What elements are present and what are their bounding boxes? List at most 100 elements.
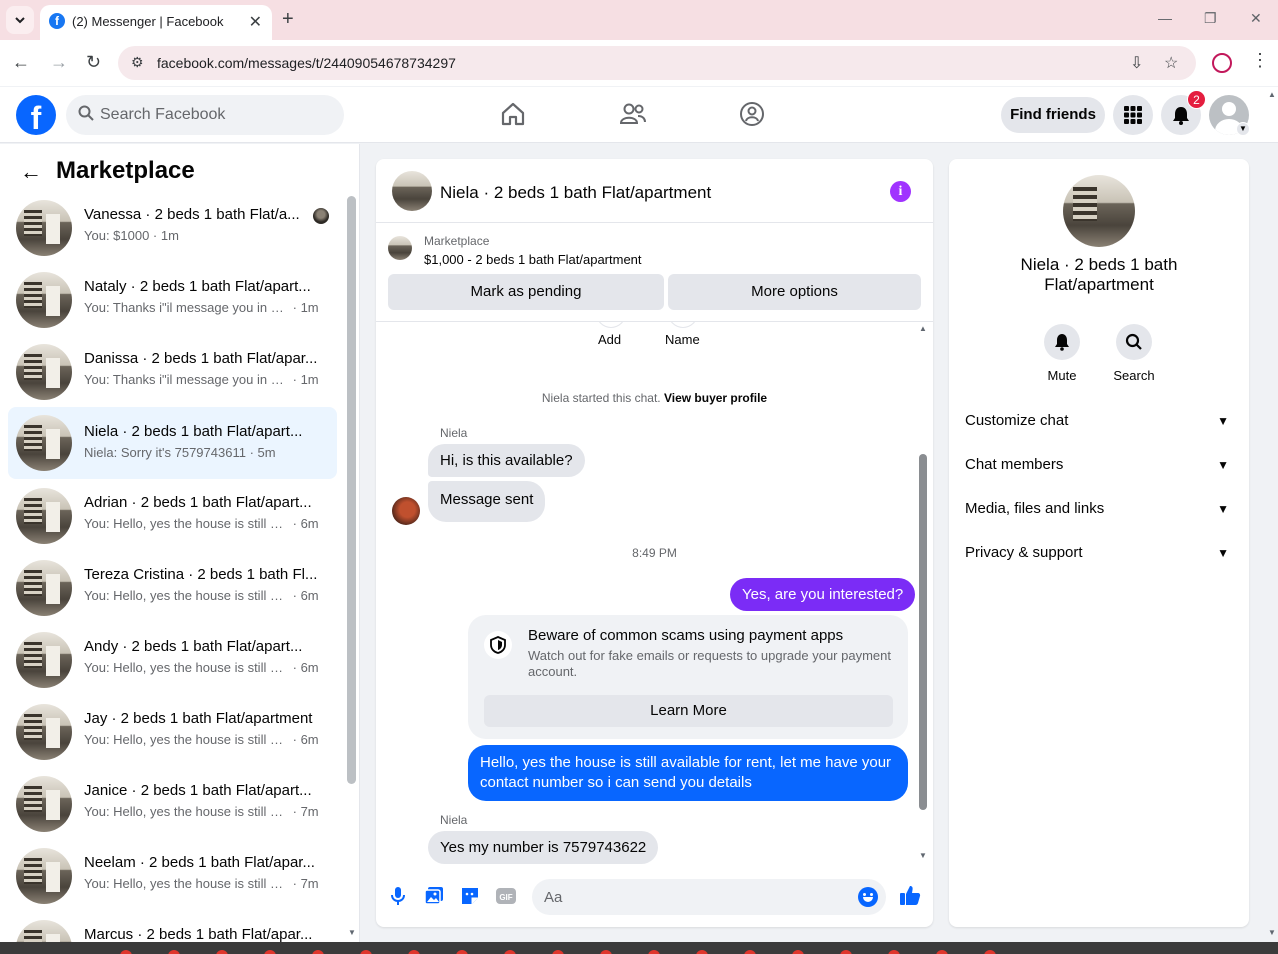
url-text[interactable]: facebook.com/messages/t/2440905467873429… <box>157 55 456 71</box>
reload-icon[interactable]: ↻ <box>86 52 101 73</box>
incoming-message[interactable]: Hi, is this available? <box>428 444 585 477</box>
emoji-icon[interactable] <box>858 887 878 907</box>
forward-icon[interactable]: → <box>50 52 68 73</box>
conversation-item[interactable]: Marcus · 2 beds 1 bath Flat/apar... <box>8 916 337 942</box>
install-app-icon[interactable]: ⇩ <box>1130 53 1143 73</box>
chat-thumbnail[interactable] <box>392 171 432 211</box>
incoming-message[interactable]: Yes my number is 7579743622 <box>428 831 659 864</box>
sender-avatar[interactable] <box>392 497 420 525</box>
search-input[interactable] <box>100 95 330 135</box>
taskbar-app-icon[interactable] <box>696 950 708 954</box>
view-buyer-profile-link[interactable]: View buyer profile <box>664 391 767 405</box>
outgoing-message[interactable]: Yes, are you interested? <box>730 578 916 611</box>
customize-chat-row[interactable]: Customize chat ▼ <box>965 412 1233 436</box>
find-friends-button[interactable]: Find friends <box>1001 97 1105 133</box>
message-input-container[interactable] <box>532 879 886 915</box>
browser-tab[interactable]: f (2) Messenger | Facebook ✕ <box>40 5 272 40</box>
learn-more-button[interactable]: Learn More <box>484 695 893 727</box>
media-files-links-row[interactable]: Media, files and links ▼ <box>965 500 1233 524</box>
back-icon[interactable]: ← <box>12 52 30 73</box>
groups-icon[interactable] <box>737 99 767 129</box>
tab-close-icon[interactable]: ✕ <box>249 12 262 32</box>
page-scroll-up-icon[interactable]: ▲ <box>1268 90 1276 99</box>
facebook-search[interactable] <box>66 95 344 135</box>
conversation-item[interactable]: Nataly · 2 beds 1 bath Flat/apart... You… <box>8 268 337 332</box>
chat-scroll-up-icon[interactable]: ▲ <box>919 324 927 333</box>
conversation-item[interactable]: Andy · 2 beds 1 bath Flat/apart... You: … <box>8 628 337 692</box>
privacy-support-row[interactable]: Privacy & support ▼ <box>965 544 1233 568</box>
chat-title[interactable]: Niela · 2 beds 1 bath Flat/apartment <box>440 183 711 203</box>
taskbar-app-icon[interactable] <box>648 950 660 954</box>
sticker-icon[interactable] <box>459 885 481 907</box>
conversation-item[interactable]: Janice · 2 beds 1 bath Flat/apart... You… <box>8 772 337 836</box>
taskbar-app-icon[interactable] <box>216 950 228 954</box>
microphone-icon[interactable] <box>387 885 409 907</box>
search-in-chat-button[interactable]: Search <box>1104 324 1164 383</box>
minimize-icon[interactable]: — <box>1158 10 1172 26</box>
add-label[interactable]: Add <box>598 332 621 347</box>
message-thread: Add Name Niela started this chat. View b… <box>376 322 933 865</box>
name-icon[interactable] <box>668 322 698 328</box>
conversation-item[interactable]: Adrian · 2 beds 1 bath Flat/apart... You… <box>8 484 337 548</box>
window-close-icon[interactable]: ✕ <box>1250 10 1262 27</box>
taskbar-app-icon[interactable] <box>600 950 612 954</box>
facebook-logo-icon[interactable]: f <box>16 95 56 135</box>
home-icon[interactable] <box>498 99 528 129</box>
menu-grid-icon[interactable] <box>1113 95 1153 135</box>
address-bar[interactable]: ⚙ facebook.com/messages/t/24409054678734… <box>118 46 1196 80</box>
browser-menu-icon[interactable]: ⋮ <box>1251 50 1269 71</box>
add-icon[interactable] <box>596 322 626 328</box>
photo-icon[interactable] <box>423 885 445 907</box>
name-label[interactable]: Name <box>665 332 700 347</box>
conversation-item[interactable]: Danissa · 2 beds 1 bath Flat/apar... You… <box>8 340 337 404</box>
gif-icon[interactable]: GIF <box>495 885 517 907</box>
scroll-down-arrow-icon[interactable]: ▼ <box>348 928 356 937</box>
chat-members-row[interactable]: Chat members ▼ <box>965 456 1233 480</box>
listing-image[interactable] <box>1063 175 1135 247</box>
taskbar-app-icon[interactable] <box>744 950 756 954</box>
taskbar-app-icon[interactable] <box>552 950 564 954</box>
profile-icon[interactable] <box>1212 53 1232 73</box>
chat-scrollbar[interactable] <box>919 454 927 810</box>
taskbar-app-icon[interactable] <box>120 950 132 954</box>
incoming-message[interactable]: Message sent <box>428 481 546 522</box>
account-chevron-icon[interactable]: ▼ <box>1236 122 1250 136</box>
conversation-item[interactable]: Jay · 2 beds 1 bath Flat/apartment You: … <box>8 700 337 764</box>
info-icon[interactable]: i <box>890 181 911 202</box>
conversation-item[interactable]: Neelam · 2 beds 1 bath Flat/apar... You:… <box>8 844 337 908</box>
conversation-item[interactable]: Tereza Cristina · 2 beds 1 bath Fl... Yo… <box>8 556 337 620</box>
friends-icon[interactable] <box>618 99 648 129</box>
taskbar-app-icon[interactable] <box>168 950 180 954</box>
listing-price[interactable]: $1,000 - 2 beds 1 bath Flat/apartment <box>424 252 642 267</box>
mark-as-pending-button[interactable]: Mark as pending <box>388 274 664 310</box>
outgoing-message[interactable]: Hello, yes the house is still available … <box>468 745 908 801</box>
taskbar-app-icon[interactable] <box>456 950 468 954</box>
conversation-item[interactable]: Vanessa · 2 beds 1 bath Flat/a... You: $… <box>8 196 337 260</box>
more-options-button[interactable]: More options <box>668 274 921 310</box>
marketplace-label: Marketplace <box>424 234 490 248</box>
mute-button[interactable]: Mute <box>1032 324 1092 383</box>
taskbar-app-icon[interactable] <box>408 950 420 954</box>
thumbs-up-icon[interactable] <box>898 883 922 907</box>
taskbar-app-icon[interactable] <box>984 950 996 954</box>
message-input[interactable] <box>544 879 844 915</box>
taskbar-app-icon[interactable] <box>264 950 276 954</box>
chat-scroll-down-icon[interactable]: ▼ <box>919 851 927 860</box>
site-info-icon[interactable]: ⚙ <box>131 54 144 71</box>
bookmark-star-icon[interactable]: ☆ <box>1164 53 1178 73</box>
taskbar-app-icon[interactable] <box>792 950 804 954</box>
search-icon <box>1116 324 1152 360</box>
taskbar-app-icon[interactable] <box>936 950 948 954</box>
taskbar-app-icon[interactable] <box>840 950 852 954</box>
taskbar-app-icon[interactable] <box>888 950 900 954</box>
restore-icon[interactable]: ❐ <box>1204 10 1217 27</box>
new-tab-icon[interactable]: + <box>282 8 294 31</box>
conversation-item-active[interactable]: Niela · 2 beds 1 bath Flat/apart... Niel… <box>8 407 337 479</box>
tab-search-dropdown[interactable] <box>6 6 34 34</box>
back-arrow-icon[interactable]: ← <box>20 159 42 185</box>
taskbar-app-icon[interactable] <box>360 950 372 954</box>
taskbar-app-icon[interactable] <box>504 950 516 954</box>
taskbar-app-icon[interactable] <box>312 950 324 954</box>
page-scroll-down-icon[interactable]: ▼ <box>1268 928 1276 937</box>
conversation-list-scrollbar[interactable] <box>347 196 356 784</box>
